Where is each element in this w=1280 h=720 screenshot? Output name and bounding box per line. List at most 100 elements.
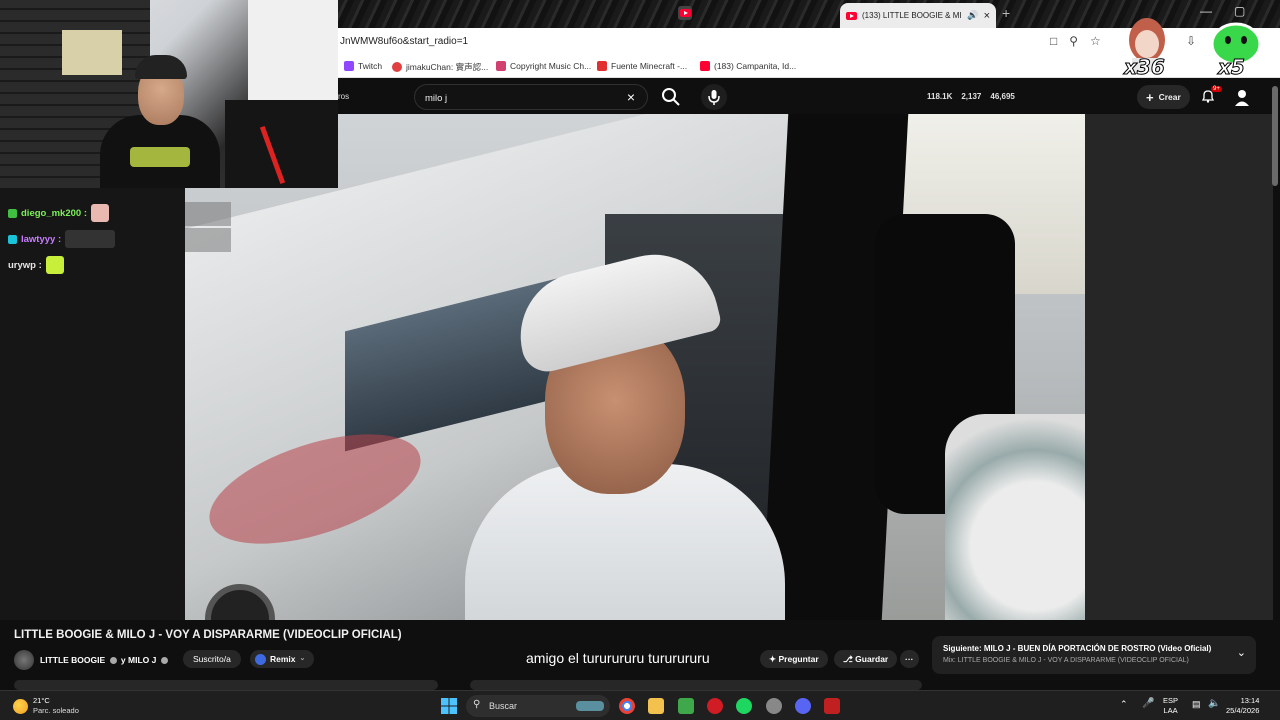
description-box[interactable]: [14, 680, 438, 690]
screen: (133) LITTLE BOOGIE & MIL 🔊 × + — ▢ JnWM…: [0, 0, 1280, 720]
clock[interactable]: 13:14 25/4/2026: [1226, 696, 1259, 716]
bookmark-minecraft[interactable]: Fuente Minecraft -...: [597, 61, 687, 71]
discord-icon[interactable]: [795, 698, 811, 714]
photo-emote-icon: [65, 230, 116, 248]
clear-search-icon[interactable]: ×: [627, 89, 635, 105]
stream-chat-overlay: diego_mk200 : lawtyyy : urywp :: [0, 180, 232, 280]
verified-icon: [109, 657, 117, 665]
avatar-icon: [392, 62, 402, 72]
verified-icon: [160, 657, 168, 665]
minimize-icon[interactable]: —: [1200, 4, 1212, 18]
bookmark-twitch[interactable]: Twitch: [344, 61, 382, 71]
channel-avatar[interactable]: [14, 650, 34, 670]
up-next-title: Siguiente: MILO J - BUEN DÍA PORTACIÓN D…: [943, 644, 1212, 653]
language-indicator[interactable]: ESP LAA: [1163, 696, 1178, 716]
volume-icon[interactable]: 🔈: [1208, 698, 1220, 709]
anime-emote-icon: [91, 204, 109, 222]
plus-icon: +: [1146, 89, 1154, 105]
clock-date: 25/4/2026: [1226, 706, 1260, 715]
overlay-count-right: x5: [1218, 55, 1246, 80]
network-icon[interactable]: ▤: [1192, 699, 1201, 710]
twitch-icon: [344, 61, 354, 71]
windows-start-icon[interactable]: [441, 698, 457, 714]
more-actions-button[interactable]: ···: [900, 650, 919, 668]
youtube-icon: [846, 11, 857, 20]
chat-username: lawtyyy :: [21, 233, 62, 245]
video-second-person: [945, 414, 1085, 620]
chat-username: diego_mk200 :: [21, 207, 87, 219]
subscribe-button[interactable]: Suscrito/a: [183, 650, 241, 668]
youtube-icon: [700, 61, 710, 71]
chat-message: diego_mk200 :: [8, 202, 109, 224]
bookmark-label: Fuente Minecraft -...: [611, 61, 688, 71]
ask-label: Preguntar: [778, 654, 819, 664]
create-button[interactable]: + Crear: [1137, 85, 1190, 109]
video-title: LITTLE BOOGIE & MILO J - VOY A DISPARARM…: [14, 629, 402, 641]
bookmark-label: Twitch: [358, 61, 383, 71]
bookmark-label: (183) Campanita, Id...: [714, 61, 797, 71]
chat-row-bg: [185, 228, 231, 252]
comment-box[interactable]: [470, 680, 922, 690]
opera-icon[interactable]: [707, 698, 723, 714]
video-info: LITTLE BOOGIE & MILO J - VOY A DISPARARM…: [0, 620, 1280, 690]
page-scrollbar[interactable]: [1272, 86, 1278, 186]
file-explorer-icon[interactable]: [648, 698, 664, 714]
close-tab-icon[interactable]: ×: [984, 10, 990, 22]
views-stat: 118.1K: [927, 92, 953, 101]
filters-label[interactable]: ros: [338, 92, 349, 101]
new-tab-icon[interactable]: +: [1002, 5, 1010, 21]
xbox-icon[interactable]: [678, 698, 694, 714]
install-icon[interactable]: □: [1050, 34, 1057, 48]
voicemod-icon[interactable]: [824, 698, 840, 714]
speaker-icon[interactable]: 🔊: [967, 10, 978, 21]
steam-icon[interactable]: [766, 698, 782, 714]
up-next-subtitle: Mix: LITTLE BOOGIE & MILO J - VOY A DISP…: [943, 657, 1189, 664]
windows-taskbar: 21°C Parc. soleado ⚲ Buscar ⌃ 🎤 ESP LAA …: [0, 690, 1280, 720]
webcam-door: [248, 0, 338, 100]
watchers-stat: 46,695: [990, 92, 1015, 101]
bookmark-label: Copyright Music Ch...: [510, 61, 592, 71]
youtube-header: ros milo j × 118.1K 2,137 46,695 + Crear …: [338, 80, 1280, 114]
channel-link-milo-j[interactable]: MILO J: [128, 655, 156, 665]
webcam-overlay: [0, 0, 338, 188]
url-text[interactable]: JnWMW8uf6o&start_radio=1: [340, 36, 468, 47]
pinned-tab[interactable]: [678, 6, 692, 20]
chevron-up-icon[interactable]: ⌃: [1120, 699, 1128, 710]
chat-row-bg: [185, 202, 231, 226]
up-next-card[interactable]: Siguiente: MILO J - BUEN DÍA PORTACIÓN D…: [932, 636, 1256, 674]
maximize-icon[interactable]: ▢: [1234, 4, 1245, 18]
clock-time: 13:14: [1240, 696, 1260, 705]
save-label: Guardar: [855, 654, 889, 664]
weather-desc: Parc. soleado: [33, 706, 79, 715]
chat-message: urywp :: [8, 254, 64, 276]
chrome-icon[interactable]: [619, 698, 635, 714]
search-icon[interactable]: [659, 85, 683, 109]
channel-link-little-boogie[interactable]: LITTLE BOOGIE: [40, 655, 105, 665]
player-side-area: [1085, 114, 1273, 620]
save-button[interactable]: ⎇ Guardar: [834, 650, 898, 668]
play-icon: [496, 61, 506, 71]
ask-button[interactable]: ✦ Preguntar: [760, 650, 828, 668]
language-code: ESP: [1163, 696, 1179, 705]
avatar[interactable]: [1234, 88, 1250, 106]
taskbar-search[interactable]: ⚲ Buscar: [466, 695, 610, 717]
search-input[interactable]: milo j ×: [414, 84, 648, 110]
spotify-icon[interactable]: [736, 698, 752, 714]
remix-label: Remix: [270, 654, 296, 664]
tab-active-youtube[interactable]: (133) LITTLE BOOGIE & MIL 🔊 ×: [840, 3, 996, 28]
weather-sun-icon[interactable]: [13, 699, 28, 714]
bookmark-jimaku[interactable]: jimakuChan: 實声認...: [392, 61, 488, 73]
video-player[interactable]: [185, 114, 1085, 620]
zoom-icon[interactable]: ⚲: [1069, 34, 1078, 48]
bookmark-copyright[interactable]: Copyright Music Ch...: [496, 61, 591, 71]
chevron-down-icon[interactable]: ⌄: [1237, 646, 1246, 659]
chat-badge-icon: [8, 234, 17, 244]
streamer-shirt-print: [130, 147, 190, 167]
download-icon[interactable]: ⇩: [1186, 34, 1196, 48]
remix-button[interactable]: Remix ⌄: [250, 650, 315, 668]
extension-stats: 118.1K 2,137 46,695: [927, 92, 1015, 101]
mic-icon[interactable]: 🎤: [1142, 698, 1154, 709]
mic-icon[interactable]: [701, 84, 727, 110]
bookmark-campanita[interactable]: (183) Campanita, Id...: [700, 61, 796, 71]
star-icon[interactable]: ☆: [1090, 34, 1101, 48]
